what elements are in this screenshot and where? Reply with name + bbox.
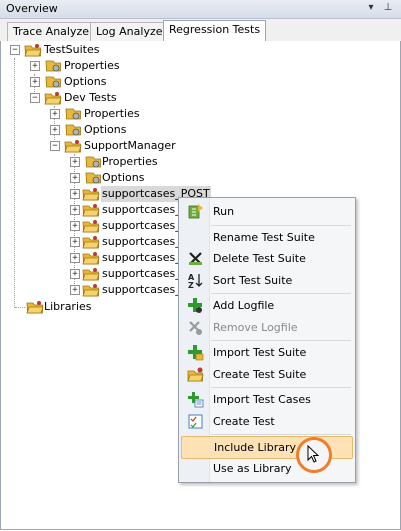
tree-label: TestSuites (44, 43, 100, 56)
svg-text:Z: Z (188, 281, 194, 289)
test-suite-folder-icon (82, 284, 100, 297)
context-menu: Run Rename Test Suite Delete Test Suite … (178, 197, 356, 483)
expand-icon[interactable]: + (70, 189, 80, 199)
menu-item-create-test[interactable]: Create Test (181, 411, 351, 432)
menu-item-create-test-suite[interactable]: Create Test Suite (181, 364, 351, 385)
menu-item-remove-logfile[interactable]: Remove Logfile (181, 317, 351, 338)
tree-label: Properties (84, 107, 140, 120)
remove-logfile-icon (189, 321, 202, 335)
expand-icon[interactable]: + (70, 285, 80, 295)
import-cases-icon (188, 392, 204, 408)
options-icon (65, 124, 81, 136)
test-suite-folder-icon (82, 268, 100, 281)
panel-title-bar: Overview ▾ ⊥ (0, 0, 401, 19)
expand-icon[interactable]: + (70, 173, 80, 183)
tree-label: Options (102, 171, 145, 184)
collapse-icon[interactable]: − (30, 93, 40, 103)
folder-open-icon (64, 140, 82, 153)
tree-label: Options (84, 123, 127, 136)
menu-item-sort-test-suite[interactable]: A Z Sort Test Suite (181, 270, 351, 291)
tab-strip: Trace Analyzer Log Analyzer Regression T… (0, 19, 401, 42)
panel-title: Overview (6, 2, 58, 15)
add-logfile-icon (188, 298, 202, 313)
dropdown-pin-icon[interactable]: ▾ (364, 1, 378, 15)
menu-item-import-test-cases[interactable]: Import Test Cases (181, 389, 351, 410)
menu-item-run[interactable]: Run (181, 201, 351, 222)
test-suite-folder-icon (82, 236, 100, 249)
options-icon (85, 172, 101, 184)
expand-icon[interactable]: + (70, 221, 80, 231)
library-folder-icon (26, 301, 44, 314)
tree-label: supportcases_G (102, 203, 190, 216)
folder-open-icon (24, 44, 42, 57)
cursor-highlight-ring (296, 437, 332, 473)
test-suite-folder-icon (82, 204, 100, 217)
options-icon (45, 76, 61, 88)
expand-icon[interactable]: + (70, 237, 80, 247)
tab-trace-analyzer[interactable]: Trace Analyzer (7, 22, 100, 41)
pin-icon[interactable]: ⊥ (381, 1, 395, 15)
menu-item-delete-test-suite[interactable]: Delete Test Suite (181, 248, 351, 269)
test-suite-folder-icon (82, 220, 100, 233)
tree-label: Properties (102, 155, 158, 168)
expand-icon[interactable]: + (30, 77, 40, 87)
tab-log-analyzer[interactable]: Log Analyzer (90, 22, 174, 41)
sort-az-icon: A Z (188, 273, 203, 289)
create-suite-icon (187, 367, 204, 382)
tree-label: supportcases_G (102, 267, 190, 280)
expand-icon[interactable]: + (70, 157, 80, 167)
test-suite-folder-icon (82, 252, 100, 265)
expand-icon[interactable]: + (50, 125, 60, 135)
menu-item-add-logfile[interactable]: Add Logfile (181, 295, 351, 316)
tree-label: Dev Tests (64, 91, 117, 104)
properties-icon (85, 156, 101, 168)
tree-label: SupportManager (84, 139, 176, 152)
menu-item-rename-test-suite[interactable]: Rename Test Suite (181, 227, 351, 248)
import-suite-icon (188, 345, 204, 361)
mouse-cursor-icon (307, 445, 320, 463)
collapse-icon[interactable]: − (10, 45, 20, 55)
tree-label: Options (64, 75, 107, 88)
test-suite-folder-icon (82, 188, 100, 201)
expand-icon[interactable]: + (70, 253, 80, 263)
tab-regression-tests[interactable]: Regression Tests (163, 20, 267, 42)
create-test-icon (188, 414, 203, 429)
run-icon (188, 204, 203, 219)
expand-icon[interactable]: + (50, 109, 60, 119)
expand-icon[interactable]: + (30, 61, 40, 71)
properties-icon (45, 60, 61, 72)
expand-icon[interactable]: + (70, 269, 80, 279)
tree-label: Properties (64, 59, 120, 72)
tree-label: Libraries (44, 300, 92, 313)
menu-item-import-test-suite[interactable]: Import Test Suite (181, 342, 351, 363)
expand-icon[interactable]: + (70, 205, 80, 215)
collapse-icon[interactable]: − (50, 141, 60, 151)
properties-icon (65, 108, 81, 120)
delete-icon (189, 252, 202, 265)
folder-open-icon (44, 92, 62, 105)
